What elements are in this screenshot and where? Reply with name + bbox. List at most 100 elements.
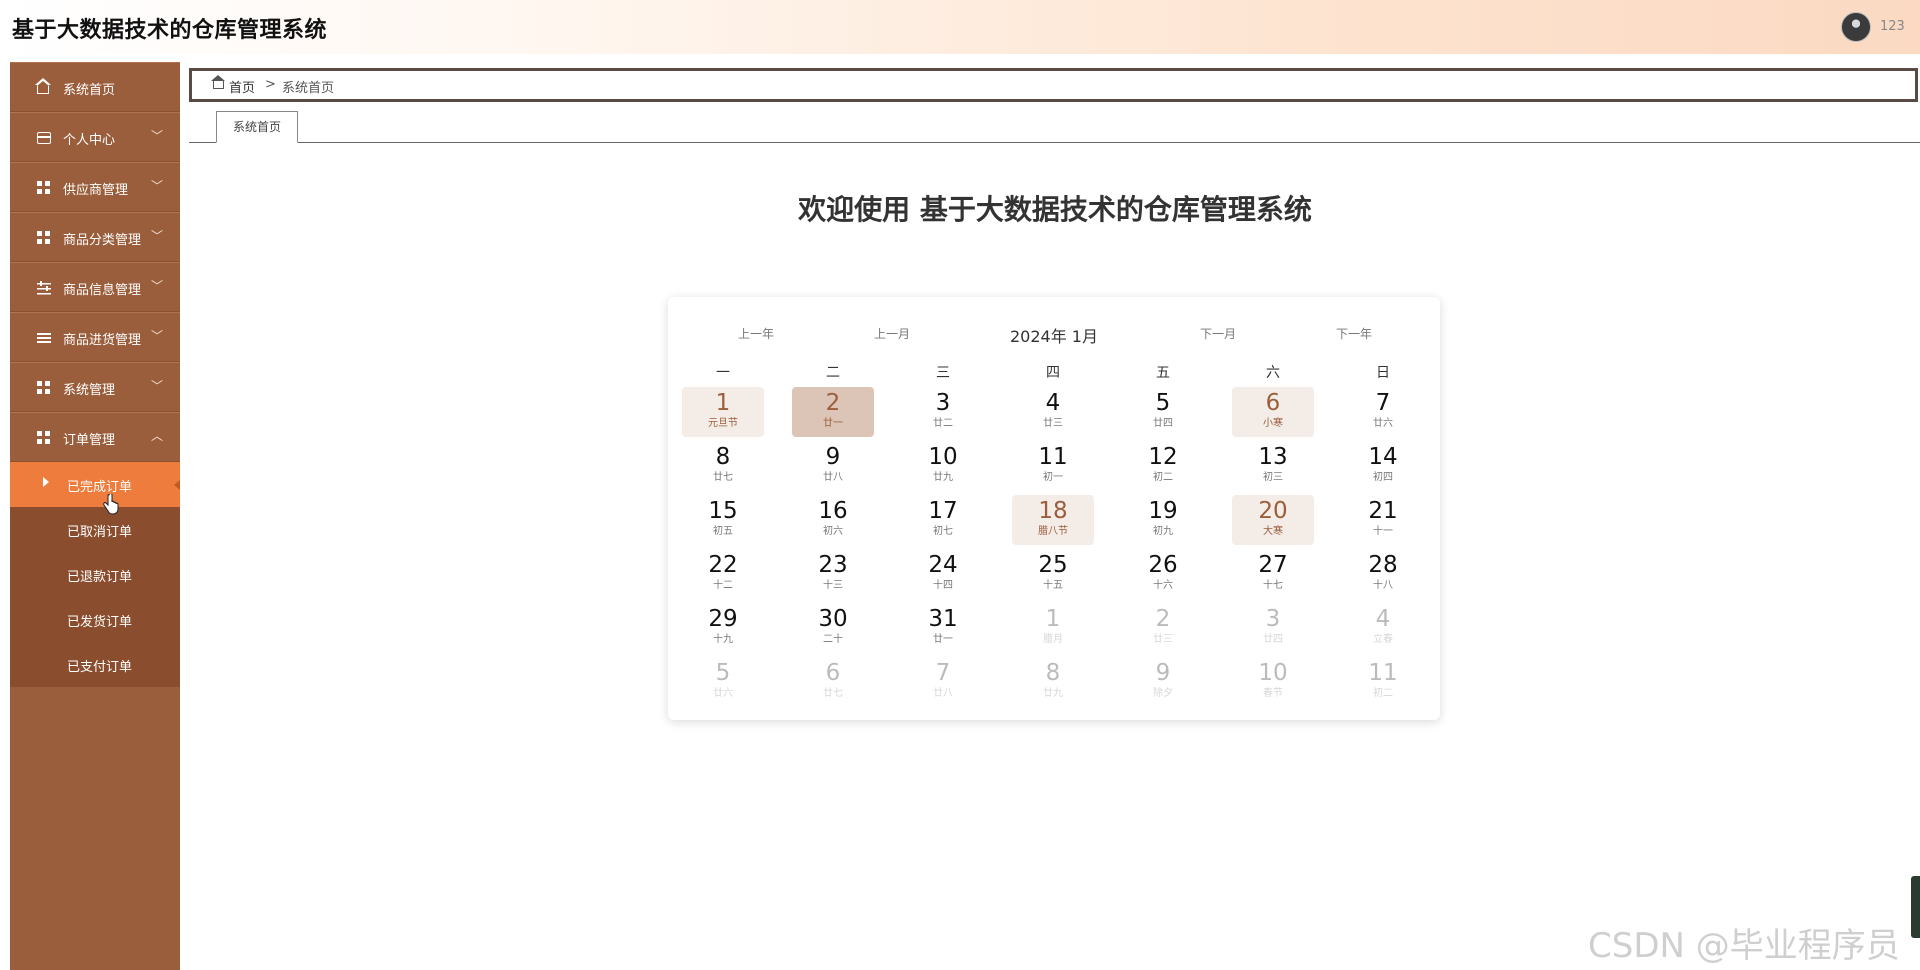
tabs-bar: 系统首页 bbox=[189, 111, 1920, 143]
day-lunar-label: 初二 bbox=[1373, 688, 1393, 699]
home-icon[interactable] bbox=[211, 75, 225, 89]
sidebar-item-supplier[interactable]: 供应商管理 ﹀ bbox=[10, 162, 180, 212]
home-icon bbox=[35, 78, 51, 94]
calendar-day[interactable]: 4 立春 bbox=[1342, 603, 1424, 653]
day-lunar-label: 除夕 bbox=[1153, 688, 1173, 699]
calendar-day[interactable]: 3 廿四 bbox=[1232, 603, 1314, 653]
breadcrumb-home-link[interactable]: 首页 bbox=[229, 77, 255, 96]
day-lunar-label: 十五 bbox=[1043, 580, 1063, 591]
side-tab[interactable] bbox=[1911, 876, 1920, 938]
calendar-day[interactable]: 1 元旦节 bbox=[682, 387, 764, 437]
calendar-day[interactable]: 23 十三 bbox=[792, 549, 874, 599]
day-number: 23 bbox=[818, 552, 848, 578]
calendar-day[interactable]: 5 廿四 bbox=[1122, 387, 1204, 437]
day-lunar-label: 廿九 bbox=[1043, 688, 1063, 699]
day-lunar-label: 廿八 bbox=[933, 688, 953, 699]
day-lunar-label: 廿九 bbox=[933, 472, 953, 483]
calendar-day[interactable]: 22 十二 bbox=[682, 549, 764, 599]
calendar-day[interactable]: 25 十五 bbox=[1012, 549, 1094, 599]
calendar-day[interactable]: 30 二十 bbox=[792, 603, 874, 653]
calendar-day[interactable]: 6 廿七 bbox=[792, 657, 874, 707]
watermark: CSDN @毕业程序员 bbox=[1588, 926, 1900, 966]
day-lunar-label: 初五 bbox=[713, 526, 733, 537]
calendar-day[interactable]: 9 除夕 bbox=[1122, 657, 1204, 707]
sidebar-subitem-label: 已发货订单 bbox=[67, 615, 133, 630]
calendar-day[interactable]: 9 廿八 bbox=[792, 441, 874, 491]
breadcrumb-current: 系统首页 bbox=[282, 81, 335, 96]
calendar-day[interactable]: 17 初七 bbox=[902, 495, 984, 545]
day-lunar-label: 腊八节 bbox=[1038, 526, 1068, 537]
day-lunar-label: 十三 bbox=[823, 580, 843, 591]
calendar-day[interactable]: 2 廿三 bbox=[1122, 603, 1204, 653]
weekday-label: 一 bbox=[716, 365, 730, 381]
chevron-down-icon: ﹀ bbox=[151, 279, 164, 293]
calendar-day[interactable]: 7 廿八 bbox=[902, 657, 984, 707]
sidebar-item-purchase[interactable]: 商品进货管理 ﹀ bbox=[10, 312, 180, 362]
sidebar-menu: 系统首页 个人中心 ﹀ 供应商管理 ﹀ 商品分类管理 ﹀ 商品信息管理 ﹀ 商品… bbox=[10, 62, 180, 970]
calendar-day[interactable]: 14 初四 bbox=[1342, 441, 1424, 491]
sidebar-item-orders[interactable]: 订单管理 ︿ bbox=[10, 412, 180, 462]
calendar-day[interactable]: 21 十一 bbox=[1342, 495, 1424, 545]
day-number: 6 bbox=[825, 660, 841, 686]
sidebar-item-product-info[interactable]: 商品信息管理 ﹀ bbox=[10, 262, 180, 312]
user-avatar[interactable] bbox=[1841, 12, 1871, 42]
calendar-day[interactable]: 31 廿一 bbox=[902, 603, 984, 653]
day-number: 28 bbox=[1368, 552, 1398, 578]
sliders-icon bbox=[37, 281, 51, 295]
calendar-day[interactable]: 11 初一 bbox=[1012, 441, 1094, 491]
day-lunar-label: 廿六 bbox=[713, 688, 733, 699]
day-number: 4 bbox=[1375, 606, 1391, 632]
sidebar-item-personal-center[interactable]: 个人中心 ﹀ bbox=[10, 112, 180, 162]
sidebar-item-paid-orders[interactable]: 已支付订单 bbox=[10, 642, 180, 687]
day-number: 21 bbox=[1368, 498, 1398, 524]
calendar-day[interactable]: 8 廿九 bbox=[1012, 657, 1094, 707]
sidebar-item-completed-orders[interactable]: 已完成订单 bbox=[10, 462, 180, 507]
day-lunar-label: 廿二 bbox=[933, 418, 953, 429]
calendar-day[interactable]: 11 初二 bbox=[1342, 657, 1424, 707]
day-lunar-label: 廿八 bbox=[823, 472, 843, 483]
calendar-day[interactable]: 5 廿六 bbox=[682, 657, 764, 707]
sidebar-item-category[interactable]: 商品分类管理 ﹀ bbox=[10, 212, 180, 262]
sidebar-item-shipped-orders[interactable]: 已发货订单 bbox=[10, 597, 180, 642]
calendar-day[interactable]: 4 廿三 bbox=[1012, 387, 1094, 437]
calendar-day[interactable]: 12 初二 bbox=[1122, 441, 1204, 491]
user-name[interactable]: 123 bbox=[1880, 19, 1905, 34]
calendar-day[interactable]: 6 小寒 bbox=[1232, 387, 1314, 437]
day-number: 30 bbox=[818, 606, 848, 632]
next-month-button[interactable]: 下一月 bbox=[1200, 325, 1236, 342]
day-number: 7 bbox=[1375, 390, 1391, 416]
calendar-day[interactable]: 1 腊月 bbox=[1012, 603, 1094, 653]
sidebar-item-home[interactable]: 系统首页 bbox=[10, 62, 180, 112]
sidebar-item-label: 商品信息管理 bbox=[63, 283, 142, 298]
sidebar-item-refunded-orders[interactable]: 已退款订单 bbox=[10, 552, 180, 597]
calendar-day[interactable]: 29 十九 bbox=[682, 603, 764, 653]
calendar-day[interactable]: 18 腊八节 bbox=[1012, 495, 1094, 545]
calendar-day[interactable]: 24 十四 bbox=[902, 549, 984, 599]
sidebar-item-system[interactable]: 系统管理 ﹀ bbox=[10, 362, 180, 412]
calendar-day[interactable]: 16 初六 bbox=[792, 495, 874, 545]
calendar-day[interactable]: 10 廿九 bbox=[902, 441, 984, 491]
calendar-day[interactable]: 28 十八 bbox=[1342, 549, 1424, 599]
calendar-day[interactable]: 20 大寒 bbox=[1232, 495, 1314, 545]
tab-home[interactable]: 系统首页 bbox=[216, 111, 298, 143]
calendar-day[interactable]: 15 初五 bbox=[682, 495, 764, 545]
sidebar-item-cancelled-orders[interactable]: 已取消订单 bbox=[10, 507, 180, 552]
calendar-day[interactable]: 19 初九 bbox=[1122, 495, 1204, 545]
sidebar-item-label: 系统管理 bbox=[63, 383, 116, 398]
calendar-day[interactable]: 8 廿七 bbox=[682, 441, 764, 491]
calendar-day[interactable]: 26 十六 bbox=[1122, 549, 1204, 599]
calendar-day[interactable]: 7 廿六 bbox=[1342, 387, 1424, 437]
day-lunar-label: 春节 bbox=[1263, 688, 1283, 699]
grid-icon bbox=[37, 181, 51, 195]
calendar-day[interactable]: 3 廿二 bbox=[902, 387, 984, 437]
next-year-button[interactable]: 下一年 bbox=[1336, 325, 1372, 342]
day-number: 9 bbox=[825, 444, 841, 470]
breadcrumb-separator: > bbox=[265, 77, 276, 92]
day-number: 17 bbox=[928, 498, 958, 524]
calendar-day[interactable]: 2 廿一 bbox=[792, 387, 874, 437]
active-indicator-icon bbox=[174, 480, 180, 490]
calendar-day[interactable]: 27 十七 bbox=[1232, 549, 1314, 599]
day-number: 24 bbox=[928, 552, 958, 578]
calendar-day[interactable]: 13 初三 bbox=[1232, 441, 1314, 491]
calendar-day[interactable]: 10 春节 bbox=[1232, 657, 1314, 707]
